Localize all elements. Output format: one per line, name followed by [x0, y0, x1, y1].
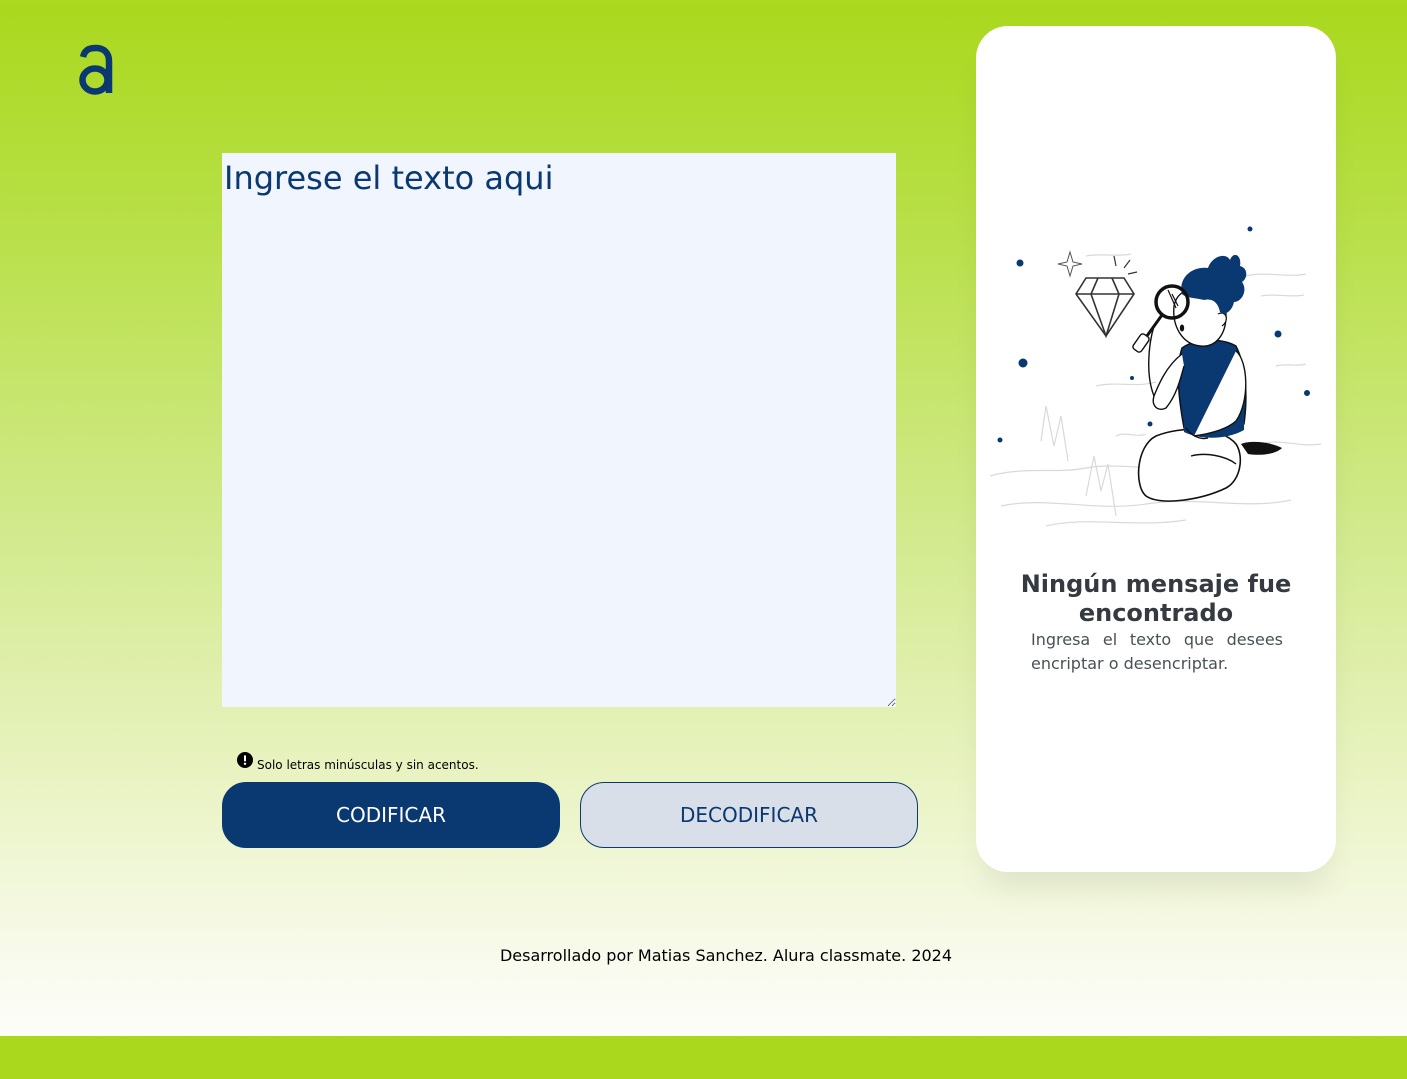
result-panel: Ningún mensaje fue encontrado Ingresa el…: [976, 26, 1336, 872]
message-textarea[interactable]: [222, 153, 896, 707]
alura-logo-icon[interactable]: [78, 44, 114, 96]
result-title: Ningún mensaje fue encontrado: [1020, 570, 1292, 627]
exclamation-circle-icon: [237, 752, 253, 768]
hint-text: Solo letras minúsculas y sin acentos.: [257, 758, 479, 772]
decode-button[interactable]: DECODIFICAR: [580, 782, 918, 848]
boy-with-magnifying-glass-illustration: [986, 216, 1326, 536]
footer-bar: [0, 1036, 1407, 1079]
result-description: Ingresa el texto que desees encriptar o …: [1031, 630, 1283, 673]
input-hint: Solo letras minúsculas y sin acentos.: [237, 752, 479, 772]
encode-button[interactable]: CODIFICAR: [222, 782, 560, 848]
footer-credit: Desarrollado por Matias Sanchez. Alura c…: [499, 946, 953, 965]
